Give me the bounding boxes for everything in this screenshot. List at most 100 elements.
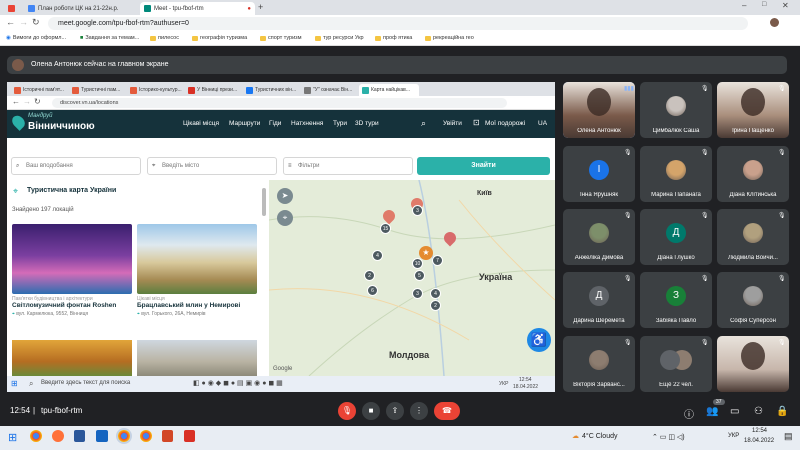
participant-count-badge: 37 [713,399,725,405]
folder-icon [375,35,381,41]
pdf-icon[interactable] [184,430,195,442]
participant-tile[interactable]: 🎙 Вікторія Зарванс... [563,336,635,392]
pin-icon: ⌖ [152,163,156,169]
participant-tile[interactable]: 🎙 Ещё 22 чел. [640,336,712,392]
shared-tab: Історичні пам'ят... [11,84,66,96]
explorer-icon[interactable] [96,430,108,442]
notifications-icon[interactable]: ▤ [784,431,793,442]
folder-icon [425,35,431,41]
locations-panel: ⌖ Туристична карта України Знайдено 197 … [7,180,269,376]
participant-name: Вікторія Зарванс... [573,382,625,388]
participant-tile[interactable]: 🎙 Людмила Войчи... [717,209,789,265]
leave-call-button[interactable]: ☎ [434,402,460,420]
os-date[interactable]: 18.04.2022 [744,438,774,444]
back-icon[interactable]: ← [6,17,15,27]
participant-tile[interactable]: 🎙 Софія Суперсон [717,272,789,328]
participant-tile[interactable]: З 🎙 Забіяка Павло [640,272,712,328]
participant-tile[interactable]: 🎙 Марина Папанага [640,146,712,202]
mic-off-icon: 🎙 [778,86,786,92]
bookmark-7[interactable]: проф ятика [375,35,412,41]
os-time[interactable]: 12:54 [752,428,767,434]
profile-avatar[interactable] [770,18,779,27]
star-marker-icon: ★ [419,246,433,260]
participant-tile[interactable]: Д 🎙 Дарина Шеремета [563,272,635,328]
maximize-button[interactable]: □ [762,1,766,8]
filter-icon: ≡ [288,163,292,169]
presenter-avatar [12,59,24,71]
participant-tile[interactable]: 🎙 [717,336,789,392]
bookmark-5[interactable]: спорт туризм [260,35,301,41]
participant-tile[interactable]: 🎙 Ірина Пащенко [717,82,789,138]
participant-tile[interactable]: 🎙 Цимбалюк Саша [640,82,712,138]
chrome-icon-active[interactable] [118,430,130,442]
forward-icon[interactable]: → [19,17,28,27]
participant-tile[interactable]: І 🎙 Інна Ярушняк [563,146,635,202]
chrome-icon[interactable] [140,430,152,442]
cluster-marker: 10 [412,258,423,269]
nav-tours: Тури [333,120,348,127]
map-label-kyiv: Київ [477,190,492,197]
bookmark-3[interactable]: пилесос [150,35,179,41]
participant-name: Людмила Войчи... [728,255,778,261]
mic-off-icon: 🎙 [778,150,786,156]
participant-tile[interactable]: 🎙 Діана Клітинська [717,146,789,202]
taskbar-time: 12:54 [519,377,532,383]
bookmark-4[interactable]: географія туризма [192,35,247,41]
login-link: Увійти [443,120,462,127]
mic-off-button[interactable]: 🎙 [338,402,356,420]
mic-off-icon: 🎙 [624,340,632,346]
speaking-icon: ▮▮▮ [624,86,634,92]
shared-tab: У Вінниці прези... [185,84,240,96]
mic-off-icon: 🎙 [701,276,709,282]
minimize-button[interactable]: – [742,1,746,10]
participant-tile[interactable]: Д 🎙 Діана Глушко [640,209,712,265]
word-icon[interactable] [74,430,85,442]
shared-tab-bar: Історичні пам'ят... Туристичні пам... Іс… [7,82,555,96]
cluster-marker: 3 [412,288,423,299]
accessibility-icon: ♿ [527,328,551,352]
shared-screen: Історичні пам'ят... Туристичні пам... Іс… [7,82,555,392]
google-logo: Google [273,366,293,372]
reload-icon[interactable]: ↻ [32,17,40,28]
tab-plan[interactable]: План роботи ЦК на 21-22н.р. [24,2,139,15]
chrome-icon[interactable] [30,430,42,442]
info-icon[interactable]: ⓘ [684,406,694,421]
more-options-button[interactable]: ⋮ [410,402,428,420]
bookmark-8[interactable]: рекреаційна гео [425,35,474,41]
camera-button[interactable]: ■ [362,402,380,420]
participant-tile[interactable]: ▮▮▮ Олена Антонюк [563,82,635,138]
bookmark-2[interactable]: ■ Завдання за темам... [80,35,139,41]
shared-tab: Туристичних він... [243,84,298,96]
city-field: ⌖ Введіть місто [147,157,277,175]
bookmark-6[interactable]: тур ресурси Укр [315,35,364,41]
shared-tab: Історико-культур... [127,84,182,96]
tab-gmail[interactable] [4,2,24,15]
nav-inspiration: Натхнення [291,120,324,127]
mic-off-icon: 🎙 [701,150,709,156]
tab-meet[interactable]: Meet - tpu-fbof-rtm ● [140,2,255,15]
classroom-icon: ■ [80,35,84,41]
windows-start-icon[interactable]: ⊞ [8,431,17,444]
firefox-icon[interactable] [52,430,64,442]
participant-figure [741,342,765,370]
people-icon[interactable]: 👥 [706,406,718,417]
chat-icon[interactable]: ▭ [730,406,739,417]
powerpoint-icon[interactable] [162,430,173,442]
bookmark-1[interactable]: ◉ Вимоги до оформл... [6,35,66,41]
host-controls-icon[interactable]: 🔒 [776,406,788,417]
participant-name: Олена Антонюк [577,128,621,134]
new-tab-button[interactable]: + [258,2,263,12]
location-card: Цікаві місця Брацлавський млин у Немиров… [137,224,257,317]
mic-off-icon: 🎙 [624,276,632,282]
close-window-button[interactable]: ✕ [782,1,789,10]
tray-icons[interactable]: ⌃ ▭ ◫ ◁) [652,433,685,441]
navigate-icon: ➤ [277,188,293,204]
os-lang[interactable]: УКР [728,433,739,439]
participant-tile[interactable]: 🎙 Анжеліка Димова [563,209,635,265]
present-button[interactable]: ⇪ [386,402,404,420]
shared-taskbar: ⊞ ⌕ Введите здесь текст для поиска ◧ ● ◉… [7,376,555,392]
find-button: Знайти [417,157,550,175]
activities-icon[interactable]: ⚇ [754,406,763,417]
url-field[interactable]: meet.google.com/tpu-fbof-rtm?authuser=0 [48,17,748,30]
participant-photo [589,350,609,370]
